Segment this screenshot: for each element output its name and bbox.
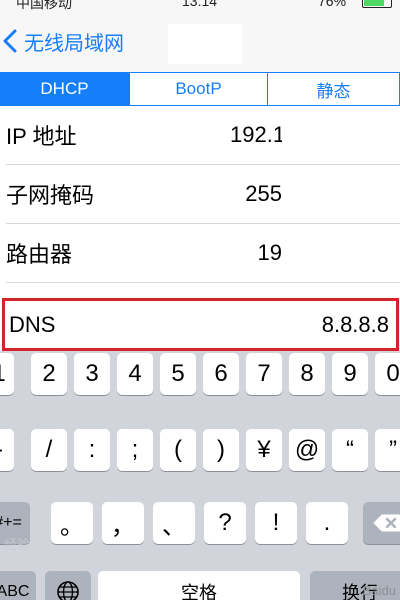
key-period-cjk[interactable]: 。 — [51, 502, 93, 544]
battery-percent: 76% — [318, 0, 347, 9]
key-enum-comma[interactable]: 、 — [153, 502, 195, 544]
battery-fill — [364, 0, 384, 6]
abc-toggle-button[interactable]: ABC — [0, 571, 36, 600]
key-colon[interactable]: : — [74, 429, 110, 471]
key-period[interactable]: . — [306, 502, 348, 544]
key-semicolon[interactable]: ; — [117, 429, 153, 471]
globe-icon — [57, 581, 79, 600]
key-exclaim[interactable]: ! — [255, 502, 297, 544]
router-label: 路由器 — [6, 242, 73, 267]
globe-button[interactable] — [45, 571, 91, 600]
key-1[interactable]: 1 — [0, 353, 14, 395]
battery-icon — [362, 0, 392, 8]
key-yen[interactable]: ¥ — [246, 429, 282, 471]
table-row[interactable]: 路由器 19 — [6, 224, 400, 283]
title-placeholder — [168, 24, 242, 64]
time-label: 13:14 — [182, 0, 218, 9]
key-left-quote[interactable]: “ — [332, 429, 368, 471]
table-row[interactable]: 子网掩码 255 — [6, 165, 400, 224]
segment-label: 静态 — [316, 81, 351, 101]
segment-bootp[interactable]: BootP — [130, 72, 268, 106]
key-question[interactable]: ? — [204, 502, 246, 544]
key-right-quote[interactable]: ” — [375, 429, 400, 471]
key-comma-cjk[interactable]: ， — [102, 502, 144, 544]
delete-button[interactable] — [363, 502, 400, 544]
ip-mode-segmented-control: DHCP BootP 静态 — [0, 72, 400, 106]
key-left-paren[interactable]: ( — [160, 429, 196, 471]
dns-label: DNS — [9, 312, 56, 337]
ip-address-label: IP 地址 — [6, 124, 77, 149]
segment-label: BootP — [175, 79, 222, 98]
segment-static[interactable]: 静态 — [268, 72, 400, 106]
ip-address-value: 192.1 — [230, 122, 282, 147]
back-label: 无线局域网 — [24, 32, 124, 55]
keyboard: 1 2 3 4 5 6 7 8 9 0 - / : ; ( ) ¥ @ “ ” … — [0, 351, 400, 600]
dns-field[interactable]: 8.8.8.8 — [322, 312, 389, 338]
key-2[interactable]: 2 — [31, 353, 67, 395]
dns-row[interactable]: DNS 8.8.8.8 — [2, 298, 399, 351]
delete-icon — [373, 514, 400, 532]
key-8[interactable]: 8 — [289, 353, 325, 395]
symbols-toggle-button[interactable]: #+= — [0, 502, 30, 544]
key-7[interactable]: 7 — [246, 353, 282, 395]
return-button[interactable]: 换行 — [310, 571, 400, 600]
space-bar[interactable]: 空格 — [98, 571, 300, 600]
subnet-mask-label: 子网掩码 — [6, 183, 95, 208]
key-4[interactable]: 4 — [117, 353, 153, 395]
status-bar: 中国移动 13:14 76% — [0, 0, 400, 10]
key-9[interactable]: 9 — [332, 353, 368, 395]
segment-label: DHCP — [40, 79, 89, 98]
key-at[interactable]: @ — [289, 429, 325, 471]
key-slash[interactable]: / — [31, 429, 67, 471]
subnet-mask-value: 255 — [245, 181, 282, 206]
chevron-left-icon — [3, 29, 17, 53]
router-value: 19 — [257, 240, 282, 265]
navigation-bar: 无线局域网 — [0, 10, 400, 72]
segment-dhcp[interactable]: DHCP — [0, 72, 130, 106]
key-6[interactable]: 6 — [203, 353, 239, 395]
key-hyphen[interactable]: - — [0, 429, 14, 471]
settings-list: IP 地址 192.1 子网掩码 255 路由器 19 — [0, 106, 400, 283]
carrier-label: 中国移动 — [16, 0, 72, 10]
key-right-paren[interactable]: ) — [203, 429, 239, 471]
key-3[interactable]: 3 — [74, 353, 110, 395]
table-row[interactable]: IP 地址 192.1 — [6, 106, 400, 165]
key-5[interactable]: 5 — [160, 353, 196, 395]
back-button[interactable]: 无线局域网 — [0, 10, 124, 72]
key-0[interactable]: 0 — [375, 353, 400, 395]
